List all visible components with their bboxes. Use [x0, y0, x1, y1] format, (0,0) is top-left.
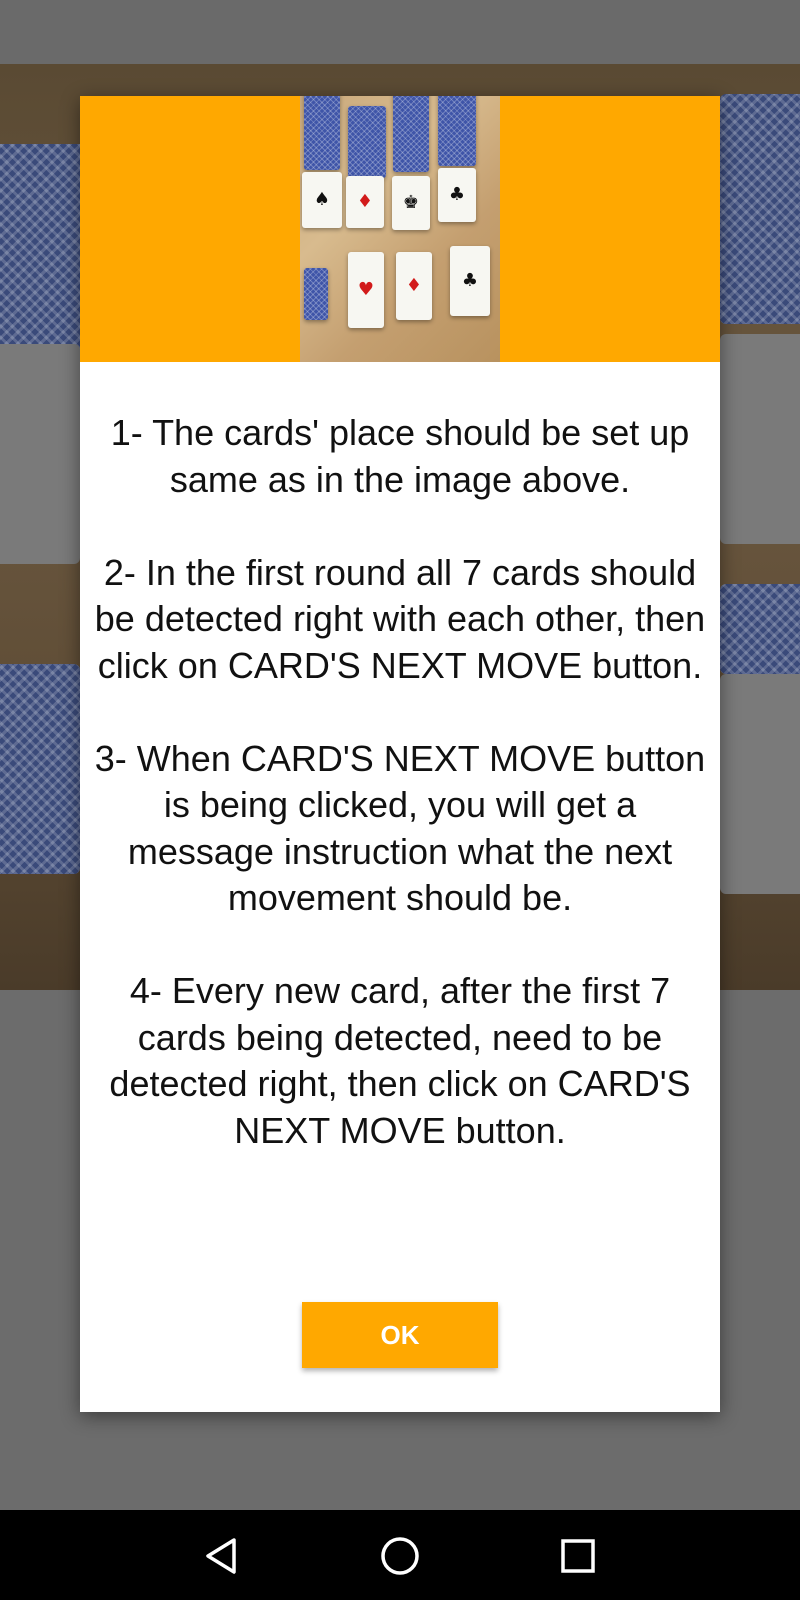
background-card: [720, 584, 800, 674]
navigation-bar: [0, 1510, 800, 1600]
instructions-body: 1- The cards' place should be set up sam…: [80, 362, 720, 1154]
photo-card-diamond: ♦: [346, 176, 384, 228]
background-card: [0, 664, 80, 874]
back-icon[interactable]: [198, 1532, 246, 1580]
photo-card-back: [348, 106, 386, 178]
instructions-dialog: ♠ ♦ ♚ ♣ ♥ ♦ ♣ 1- The cards' place should…: [80, 96, 720, 1412]
card-layout-image: ♠ ♦ ♚ ♣ ♥ ♦ ♣: [300, 96, 500, 362]
background-card: [720, 94, 800, 324]
dialog-header: ♠ ♦ ♚ ♣ ♥ ♦ ♣: [80, 96, 720, 362]
photo-card-back: [304, 96, 340, 170]
photo-card-back: [393, 96, 429, 172]
photo-card-king: ♚: [392, 176, 430, 230]
background-card: [720, 334, 800, 544]
photo-card-diamonds: ♦: [396, 252, 432, 320]
recents-icon[interactable]: [554, 1532, 602, 1580]
ok-button[interactable]: OK: [302, 1302, 498, 1368]
instruction-step-4: 4- Every new card, after the first 7 car…: [109, 970, 691, 1151]
background-card: [0, 144, 90, 364]
home-icon[interactable]: [376, 1532, 424, 1580]
photo-card-clubs: ♣: [438, 168, 476, 222]
background-card: [720, 674, 800, 894]
photo-card-hearts: ♥: [348, 252, 384, 328]
instruction-step-3: 3- When CARD'S NEXT MOVE button is being…: [94, 737, 706, 919]
photo-card-back: [438, 96, 476, 166]
instruction-step-1: 1- The cards' place should be set up sam…: [110, 412, 690, 500]
photo-card-back: [304, 268, 328, 320]
photo-card-spades: ♠: [302, 172, 342, 228]
background-card: [0, 344, 80, 564]
photo-card-clubs: ♣: [450, 246, 490, 316]
instruction-step-2: 2- In the first round all 7 cards should…: [94, 551, 706, 686]
status-bar: [0, 0, 800, 64]
